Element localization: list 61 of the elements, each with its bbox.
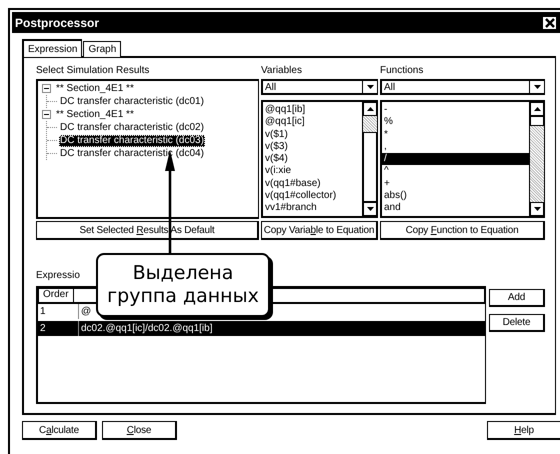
section-label: Functions bbox=[380, 64, 424, 78]
table-cell-text: @ bbox=[80, 305, 92, 319]
scroll-thumb[interactable] bbox=[363, 132, 377, 202]
dialog-button[interactable]: Calculate bbox=[22, 421, 97, 440]
scroll-down-icon bbox=[366, 207, 374, 211]
column-header[interactable]: Order bbox=[38, 288, 74, 303]
window-title: Postprocessor bbox=[15, 16, 100, 30]
scroll-thumb[interactable] bbox=[530, 116, 544, 126]
tab[interactable]: Expression bbox=[22, 39, 82, 57]
list-item[interactable]: @qq1[ic] bbox=[263, 116, 362, 129]
filter-dropdown[interactable]: All bbox=[261, 79, 378, 95]
scroll-up-icon bbox=[366, 107, 374, 111]
list-item[interactable]: v($1) bbox=[263, 128, 362, 141]
dropdown-arrow-icon bbox=[366, 85, 374, 89]
scrollbar[interactable] bbox=[362, 102, 377, 216]
list-item[interactable]: v($3) bbox=[263, 140, 362, 154]
list-item[interactable]: @qq1[ib] bbox=[263, 104, 362, 116]
list-item[interactable]: v($4) bbox=[263, 153, 362, 166]
list-item[interactable]: - bbox=[382, 104, 529, 116]
tree-item[interactable]: DC transfer characteristic (dc01) bbox=[59, 96, 205, 108]
side-button[interactable]: Add bbox=[489, 289, 545, 307]
list-item[interactable]: and bbox=[382, 202, 529, 215]
section-label: Expressio bbox=[36, 270, 80, 281]
scroll-up-icon bbox=[534, 107, 540, 111]
section-label: Select Simulation Results bbox=[36, 64, 150, 78]
dropdown-arrow-icon bbox=[534, 85, 540, 89]
table-cell: 2 bbox=[38, 321, 79, 336]
filter-dropdown[interactable]: All bbox=[380, 79, 545, 95]
tree-item[interactable]: ** Section_4E1 ** bbox=[55, 108, 135, 120]
section-label: Variables bbox=[261, 64, 303, 78]
list-item[interactable]: v(qq1#collector) bbox=[263, 190, 362, 202]
scroll-down-icon bbox=[534, 207, 540, 211]
dialog-button[interactable]: Close bbox=[102, 421, 177, 440]
list-item[interactable]: abs() bbox=[382, 190, 529, 202]
list-item[interactable]: * bbox=[382, 128, 529, 141]
close-button[interactable] bbox=[542, 16, 557, 30]
list-item[interactable]: ^ bbox=[382, 165, 529, 178]
table-cell-text: dc02.@qq1[ic]/dc02.@qq1[ib] bbox=[80, 322, 212, 336]
collapse-icon[interactable] bbox=[42, 84, 51, 93]
list-item[interactable]: vv1#branch bbox=[263, 202, 362, 215]
tree-item[interactable]: ** Section_4E1 ** bbox=[55, 82, 135, 94]
collapse-icon[interactable] bbox=[42, 110, 51, 119]
action-button[interactable]: Set Selected Results As Default bbox=[36, 221, 259, 240]
dialog-button[interactable]: Help bbox=[487, 421, 560, 440]
side-button[interactable]: Delete bbox=[489, 314, 545, 332]
table-cell: 1 bbox=[38, 304, 79, 319]
list-item[interactable]: v(qq1#base) bbox=[263, 178, 362, 190]
action-button[interactable]: Copy Variable to Equation bbox=[261, 221, 378, 240]
list-item[interactable]: % bbox=[382, 116, 529, 129]
list-item[interactable]: v(i:xie bbox=[263, 165, 362, 178]
scrollbar[interactable] bbox=[529, 102, 544, 216]
list-item[interactable]: / bbox=[382, 153, 529, 166]
list-item[interactable]: , bbox=[382, 140, 529, 154]
callout-text: Выделена группа данных bbox=[107, 262, 259, 308]
tree-item[interactable]: DC transfer characteristic (dc03) bbox=[59, 134, 205, 146]
table-row[interactable]: 2 dc02.@qq1[ic]/dc02.@qq1[ib] bbox=[38, 321, 485, 336]
list-item[interactable]: + bbox=[382, 178, 529, 190]
action-button[interactable]: Copy Function to Equation bbox=[380, 221, 545, 240]
close-icon bbox=[544, 18, 554, 28]
tab[interactable]: Graph bbox=[83, 41, 122, 57]
tree-item[interactable]: DC transfer characteristic (dc02) bbox=[59, 122, 205, 134]
